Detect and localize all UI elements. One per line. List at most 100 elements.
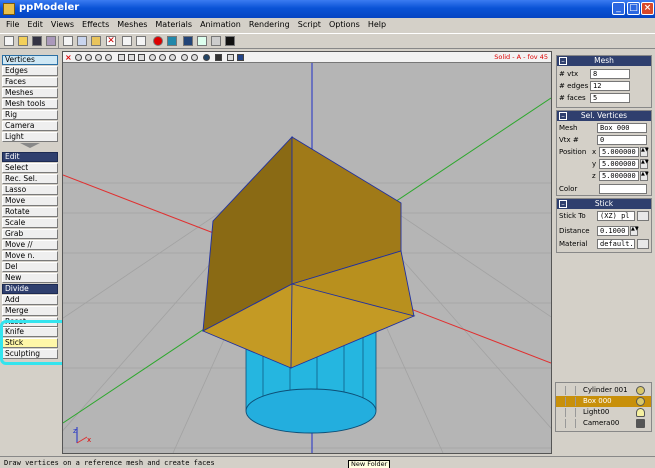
tool-reset[interactable]: Reset [2, 317, 58, 327]
viewport-icon[interactable] [138, 54, 145, 61]
box-mesh[interactable] [201, 135, 416, 369]
menu-materials[interactable]: Materials [151, 18, 196, 32]
viewport-icon[interactable] [227, 54, 234, 61]
cut-icon[interactable] [63, 36, 73, 46]
viewport-icon[interactable] [159, 54, 166, 61]
y-spinner[interactable]: ▲▼ [640, 159, 649, 169]
visibility-toggle[interactable] [558, 408, 566, 417]
image-icon[interactable] [197, 36, 207, 46]
collapse-arrow-icon[interactable] [20, 143, 40, 148]
lock-toggle[interactable] [568, 386, 576, 395]
visibility-toggle[interactable] [558, 419, 566, 428]
vtx-index-field[interactable]: 0 [597, 135, 647, 145]
mode-light[interactable]: Light [2, 132, 58, 142]
z-spinner[interactable]: ▲▼ [640, 171, 649, 181]
tool-move-parallel[interactable]: Move // [2, 240, 58, 250]
tool-rotate[interactable]: Rotate [2, 207, 58, 217]
tool-lasso[interactable]: Lasso [2, 185, 58, 195]
menu-options[interactable]: Options [325, 18, 364, 32]
tool-move-normal[interactable]: Move n. [2, 251, 58, 261]
tool-scale[interactable]: Scale [2, 218, 58, 228]
menu-meshes[interactable]: Meshes [113, 18, 151, 32]
maximize-button[interactable]: □ [627, 2, 640, 15]
lock-toggle[interactable] [568, 397, 576, 406]
menu-effects[interactable]: Effects [78, 18, 113, 32]
save-as-icon[interactable] [46, 36, 56, 46]
3d-viewport[interactable]: × Solid - A - fov 45 x z [62, 51, 552, 454]
distance-spinner[interactable]: ▲▼ [630, 226, 639, 236]
scene-canvas[interactable]: x z [63, 63, 551, 453]
viewport-icon[interactable] [169, 54, 176, 61]
outliner-row[interactable]: Camera00 [556, 418, 651, 429]
viewport-icon[interactable] [95, 54, 102, 61]
delete-icon[interactable]: ✕ [106, 36, 116, 46]
menu-views[interactable]: Views [47, 18, 78, 32]
outliner-row[interactable]: Box 000 [556, 396, 651, 407]
stick-to-browse-button[interactable] [637, 211, 649, 221]
new-file-icon[interactable] [4, 36, 14, 46]
outliner-row[interactable]: Light00 [556, 407, 651, 418]
position-y-field[interactable]: 5.000000 [599, 159, 639, 169]
menu-help[interactable]: Help [364, 18, 390, 32]
record-icon[interactable] [153, 36, 163, 46]
stick-to-field[interactable]: (XZ) pl [597, 211, 635, 221]
save-icon[interactable] [32, 36, 42, 46]
viewport-icon[interactable] [215, 54, 222, 61]
position-z-field[interactable]: 5.000000 [599, 171, 639, 181]
mode-faces[interactable]: Faces [2, 77, 58, 87]
tool-edit[interactable]: Edit [2, 152, 58, 162]
material-browse-button[interactable] [637, 239, 649, 249]
viewport-icon[interactable] [237, 54, 244, 61]
mode-edges[interactable]: Edges [2, 66, 58, 76]
tool-rec-sel[interactable]: Rec. Sel. [2, 174, 58, 184]
menu-edit[interactable]: Edit [23, 18, 47, 32]
tool-move[interactable]: Move [2, 196, 58, 206]
tool-knife[interactable]: Knife [2, 327, 58, 337]
visibility-toggle[interactable] [558, 397, 566, 406]
tool-select[interactable]: Select [2, 163, 58, 173]
collapse-icon[interactable]: – [559, 112, 567, 120]
distance-field[interactable]: 0.1000 [597, 226, 629, 236]
redo-icon[interactable] [136, 36, 146, 46]
viewport-icon[interactable] [149, 54, 156, 61]
lock-toggle[interactable] [568, 419, 576, 428]
tool-add[interactable]: Add [2, 295, 58, 305]
tool-grab[interactable]: Grab [2, 229, 58, 239]
mode-vertices[interactable]: Vertices [2, 55, 58, 65]
tool-new[interactable]: New [2, 273, 58, 283]
viewport-close-icon[interactable]: × [65, 53, 72, 62]
paste-icon[interactable] [91, 36, 101, 46]
viewport-icon[interactable] [181, 54, 188, 61]
viewport-icon[interactable] [75, 54, 82, 61]
close-button[interactable]: × [641, 2, 654, 15]
menu-rendering[interactable]: Rendering [245, 18, 294, 32]
viewport-icon[interactable] [128, 54, 135, 61]
camera-icon[interactable] [225, 36, 235, 46]
position-x-field[interactable]: 5.000000 [599, 147, 639, 157]
tool-divide[interactable]: Divide [2, 284, 58, 294]
mode-camera[interactable]: Camera [2, 121, 58, 131]
visibility-toggle[interactable] [558, 386, 566, 395]
undo-icon[interactable] [122, 36, 132, 46]
tool-del[interactable]: Del [2, 262, 58, 272]
grid-icon[interactable] [211, 36, 221, 46]
minimize-button[interactable]: _ [612, 2, 625, 15]
copy-icon[interactable] [77, 36, 87, 46]
tool-merge[interactable]: Merge [2, 306, 58, 316]
viewport-icon[interactable] [191, 54, 198, 61]
x-spinner[interactable]: ▲▼ [640, 147, 649, 157]
color-swatch[interactable] [599, 184, 647, 194]
tool-sculpting[interactable]: Sculpting [2, 349, 58, 359]
viewport-icon[interactable] [203, 54, 210, 61]
viewport-icon[interactable] [118, 54, 125, 61]
collapse-icon[interactable]: – [559, 57, 567, 65]
tool-stick[interactable]: Stick [2, 338, 58, 348]
material-field[interactable]: default. [597, 239, 635, 249]
collapse-icon[interactable]: – [559, 200, 567, 208]
menu-file[interactable]: File [2, 18, 23, 32]
outliner-row[interactable]: Cylinder 001 [556, 385, 651, 396]
viewport-icon[interactable] [85, 54, 92, 61]
render-icon[interactable] [167, 36, 177, 46]
mode-mesh-tools[interactable]: Mesh tools [2, 99, 58, 109]
menu-script[interactable]: Script [294, 18, 325, 32]
